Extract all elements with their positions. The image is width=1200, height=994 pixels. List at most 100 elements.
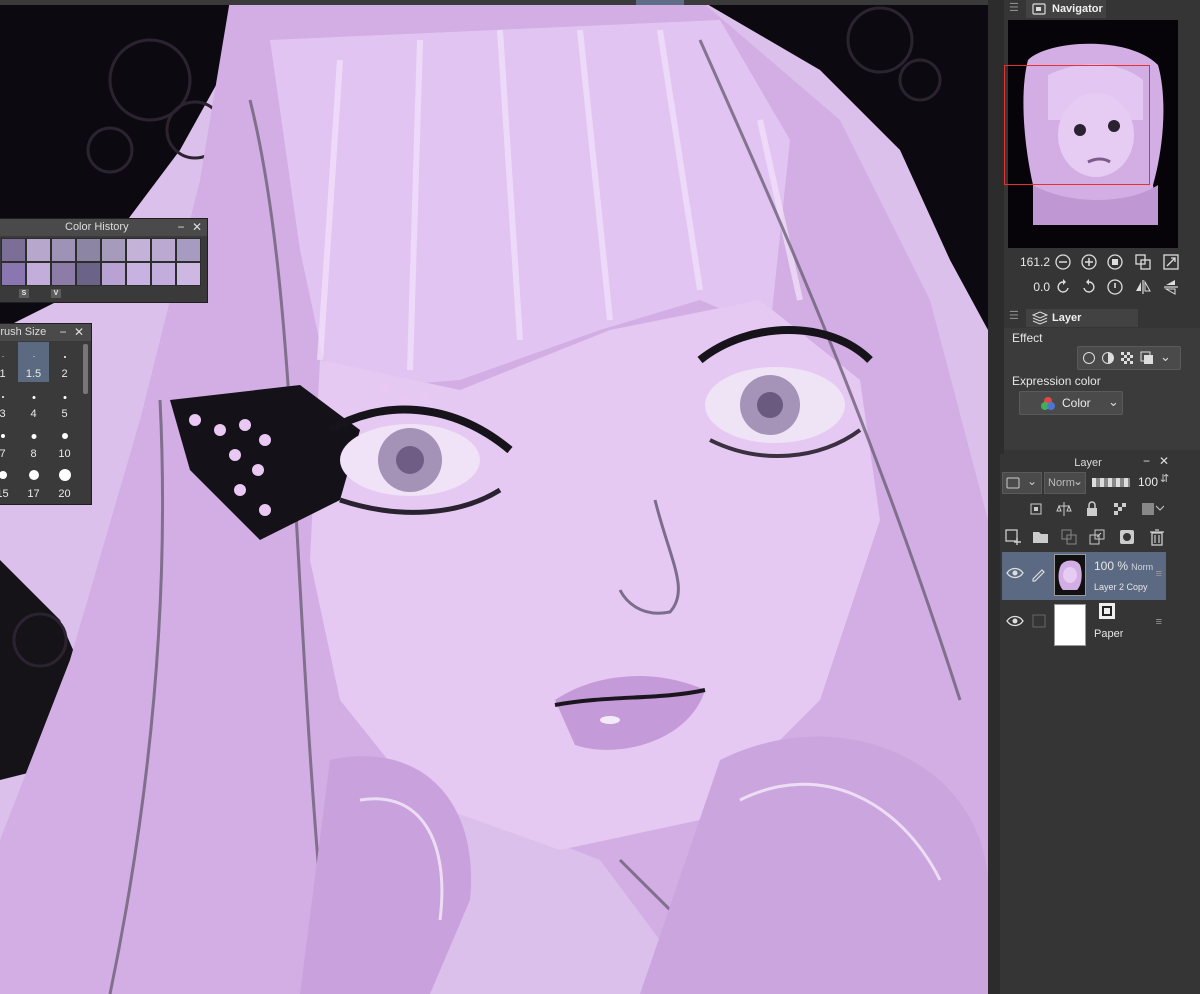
drag-handle-icon[interactable]: ≡ <box>1156 568 1162 580</box>
brush-size-value: 2 <box>61 368 68 380</box>
mosaic-effect-icon[interactable] <box>1120 351 1134 368</box>
close-icon[interactable]: ✕ <box>191 220 203 234</box>
trash-icon[interactable] <box>1148 528 1166 549</box>
brush-size-preset[interactable]: 5 <box>49 382 80 422</box>
brush-size-palette: Brush Size − ✕ 1 1.5 2 3 4 5 7 8 10 15 1… <box>0 323 92 505</box>
brush-size-value: 7 <box>0 448 6 460</box>
layer-color-effect-icon[interactable] <box>1140 351 1154 368</box>
rotate-right-icon[interactable] <box>1080 278 1100 298</box>
blend-mode-select[interactable]: Norm ⌄ <box>1044 472 1086 494</box>
color-history-title-bar[interactable]: Color History − ✕ <box>0 219 207 236</box>
close-icon[interactable]: ✕ <box>1159 454 1169 468</box>
create-mask-icon[interactable] <box>1118 528 1136 549</box>
opacity-field[interactable]: 100 ⇵ <box>1132 472 1172 494</box>
swatch-13[interactable] <box>101 262 126 286</box>
brush-size-title-bar[interactable]: Brush Size − ✕ <box>0 324 91 341</box>
flip-vertical-icon[interactable] <box>1162 278 1182 298</box>
drag-handle-icon[interactable]: ≡ <box>1156 616 1162 628</box>
panel-menu-icon[interactable]: ☰ <box>1009 1 1019 14</box>
brush-size-preset[interactable]: 7 <box>0 422 18 462</box>
expression-color-dropdown[interactable]: Color ⌄ <box>1019 391 1123 415</box>
new-folder-icon[interactable] <box>1032 528 1050 549</box>
brush-size-preset[interactable]: 15 <box>0 462 18 502</box>
brush-size-preset[interactable]: 20 <box>49 462 80 502</box>
brush-dot <box>32 396 35 399</box>
eye-icon[interactable] <box>1006 566 1026 586</box>
minimize-icon[interactable]: − <box>57 325 69 339</box>
swatch-2[interactable] <box>26 238 51 262</box>
brush-size-preset-selected[interactable]: 1.5 <box>18 342 49 382</box>
swatch-14[interactable] <box>126 262 151 286</box>
zoom-in-icon[interactable] <box>1080 253 1100 273</box>
document-tab-active[interactable] <box>636 0 684 5</box>
swatch-16[interactable] <box>176 262 201 286</box>
swatch-8[interactable] <box>176 238 201 262</box>
merge-layer-icon[interactable] <box>1088 528 1106 549</box>
reference-layer-icon[interactable] <box>1056 501 1072 520</box>
zoom-out-icon[interactable] <box>1054 253 1074 273</box>
close-icon[interactable]: ✕ <box>73 325 85 339</box>
swatch-9[interactable] <box>1 262 26 286</box>
actual-size-icon[interactable] <box>1134 253 1154 273</box>
swatch-10[interactable] <box>26 262 51 286</box>
brush-size-scrollbar[interactable] <box>83 344 88 394</box>
swatch-7[interactable] <box>151 238 176 262</box>
panel-menu-icon[interactable]: ☰ <box>1009 309 1019 322</box>
rotate-left-icon[interactable] <box>1054 278 1074 298</box>
swatch-15[interactable] <box>151 262 176 286</box>
reset-rotation-icon[interactable] <box>1106 278 1126 298</box>
lock-icon[interactable] <box>1084 501 1100 520</box>
transfer-to-lower-layer-icon[interactable] <box>1060 528 1078 549</box>
brush-size-preset[interactable]: 8 <box>18 422 49 462</box>
expression-color-label: Expression color <box>1012 374 1101 388</box>
brush-size-preset[interactable]: 1 <box>0 342 18 382</box>
lock-transparency-icon[interactable] <box>1112 501 1128 520</box>
rotation-value[interactable]: 0.0 <box>1006 280 1050 294</box>
swatch-12[interactable] <box>76 262 101 286</box>
pen-icon[interactable] <box>1030 566 1050 586</box>
effect-label: Effect <box>1012 331 1043 345</box>
brush-size-value: 4 <box>30 408 37 420</box>
swatch-11[interactable] <box>51 262 76 286</box>
saturation-toggle[interactable]: S <box>19 289 29 298</box>
brush-size-preset[interactable]: 2 <box>49 342 80 382</box>
swatch-1[interactable] <box>1 238 26 262</box>
mask-icon[interactable] <box>1140 501 1165 520</box>
rotation-row: 0.0 <box>1006 277 1194 299</box>
brush-size-preset[interactable]: 10 <box>49 422 80 462</box>
brush-size-preset[interactable]: 4 <box>18 382 49 422</box>
clip-to-layer-below-icon[interactable] <box>1028 501 1044 520</box>
swatch-4[interactable] <box>76 238 101 262</box>
layer-name: Paper <box>1094 628 1124 640</box>
brush-size-title: Brush Size <box>0 326 47 338</box>
flip-horizontal-icon[interactable] <box>1134 278 1154 298</box>
color-mode-icon <box>1040 396 1056 415</box>
layer-row[interactable]: Paper ≡ <box>1002 600 1166 648</box>
checkbox-icon[interactable] <box>1032 614 1052 634</box>
brush-size-preset[interactable]: 17 <box>18 462 49 502</box>
zoom-value[interactable]: 161.2 <box>1006 255 1050 269</box>
brush-dot <box>58 469 71 481</box>
new-raster-layer-icon[interactable] <box>1004 528 1022 549</box>
border-effect-icon[interactable] <box>1082 351 1096 368</box>
drawing-canvas[interactable] <box>0 0 988 994</box>
swatch-6[interactable] <box>126 238 151 262</box>
layer-row[interactable]: 100 % Norm Layer 2 Copy ≡ <box>1002 552 1166 600</box>
minimize-icon[interactable]: − <box>175 220 187 234</box>
fit-window-icon[interactable] <box>1162 253 1182 273</box>
value-toggle[interactable]: V <box>51 289 61 298</box>
tone-effect-icon[interactable] <box>1101 351 1115 368</box>
navigator-view-frame[interactable] <box>1004 65 1150 185</box>
layer-properties-tab[interactable]: Layer Properties <box>1026 309 1138 342</box>
layer-color-mode-select[interactable]: ⌄ <box>1002 472 1042 494</box>
chevron-down-icon[interactable]: ⌄ <box>1160 349 1171 365</box>
swatch-3[interactable] <box>51 238 76 262</box>
document-tab-strip <box>0 0 988 5</box>
opacity-slider[interactable] <box>1092 478 1130 487</box>
brush-size-preset[interactable]: 3 <box>0 382 18 422</box>
fit-icon[interactable] <box>1106 253 1126 273</box>
eye-icon[interactable] <box>1006 614 1026 634</box>
minimize-icon[interactable]: − <box>1143 454 1150 468</box>
swatch-5[interactable] <box>101 238 126 262</box>
navigator-tab[interactable]: Navigator <box>1026 0 1106 18</box>
